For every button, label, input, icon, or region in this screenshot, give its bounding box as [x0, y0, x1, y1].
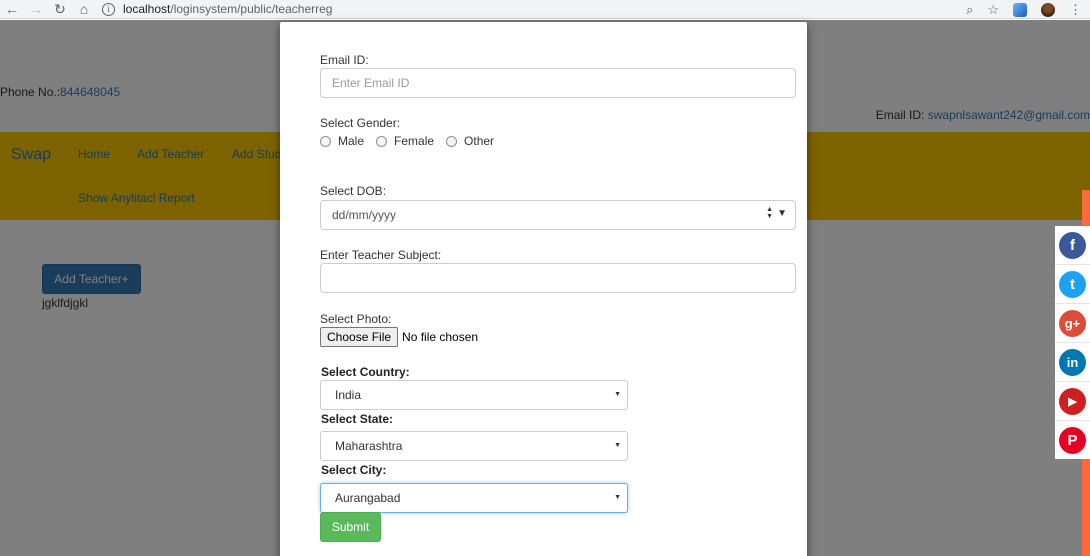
state-label: Select State:	[321, 412, 394, 426]
chevron-down-icon: ▼	[614, 442, 621, 449]
gender-radio-group: Male Female Other	[320, 134, 506, 148]
address-bar[interactable]: i localhost/loginsystem/public/teacherre…	[102, 2, 332, 16]
facebook-share[interactable]: f	[1055, 226, 1090, 265]
city-label: Select City:	[321, 463, 387, 477]
reload-icon[interactable]: ↻	[48, 0, 72, 19]
social-share-bar: f t g+ in ▶ P	[1055, 226, 1090, 459]
chevron-down-icon: ▼	[614, 391, 621, 398]
home-icon[interactable]: ⌂	[72, 0, 96, 19]
gender-male-label: Male	[338, 134, 365, 148]
star-icon[interactable]: ☆	[987, 2, 999, 18]
facebook-icon: f	[1059, 231, 1086, 259]
info-icon[interactable]: i	[102, 2, 115, 16]
teacher-registration-modal: Email ID: Enter Email ID Select Gender: …	[280, 22, 807, 556]
profile-avatar-icon[interactable]	[1041, 2, 1055, 17]
linkedin-share[interactable]: in	[1055, 343, 1090, 382]
google-plus-icon: g+	[1059, 309, 1086, 337]
city-value: Aurangabad	[335, 491, 401, 505]
pinterest-icon: P	[1059, 427, 1086, 454]
pinterest-share[interactable]: P	[1055, 421, 1090, 460]
dob-label: Select DOB:	[320, 184, 387, 198]
subject-field[interactable]	[320, 263, 796, 293]
email-field-label: Email ID:	[320, 53, 369, 67]
gender-female-radio[interactable]	[376, 135, 388, 147]
back-icon[interactable]: ←	[0, 0, 24, 19]
youtube-icon: ▶	[1059, 387, 1086, 415]
email-field[interactable]: Enter Email ID	[320, 68, 796, 98]
photo-label: Select Photo:	[320, 312, 392, 326]
city-select[interactable]: Aurangabad ▼	[320, 483, 628, 513]
linkedin-icon: in	[1059, 348, 1086, 376]
gender-other-radio[interactable]	[446, 135, 458, 147]
gender-label: Select Gender:	[320, 116, 401, 130]
zoom-icon[interactable]: ⌕	[966, 2, 973, 18]
menu-icon[interactable]: ⋮	[1069, 2, 1082, 18]
country-label: Select Country:	[321, 365, 410, 379]
country-value: India	[335, 388, 362, 402]
youtube-share[interactable]: ▶	[1055, 382, 1090, 421]
state-value: Maharashtra	[335, 439, 403, 453]
state-select[interactable]: Maharashtra ▼	[320, 431, 628, 461]
gender-male-radio[interactable]	[320, 135, 331, 147]
submit-button[interactable]: Submit	[320, 512, 381, 542]
photo-file-input: Choose File No file chosen	[320, 327, 478, 347]
twitter-share[interactable]: t	[1055, 265, 1090, 304]
browser-toolbar: ← → ↻ ⌂ i localhost/loginsystem/public/t…	[0, 0, 1090, 19]
twitter-icon: t	[1059, 270, 1086, 298]
forward-icon[interactable]: →	[24, 0, 48, 19]
extension-icon[interactable]	[1013, 2, 1027, 17]
url-path: /loginsystem/public/teacherreg	[170, 2, 333, 16]
gender-other-label: Other	[464, 134, 495, 148]
dob-placeholder: dd/mm/yyyy	[332, 208, 397, 222]
url-host: localhost	[123, 2, 171, 16]
dob-dropdown-icon[interactable]: ▼	[777, 208, 787, 219]
choose-file-button[interactable]: Choose File	[320, 327, 399, 347]
chevron-down-icon: ▼	[614, 494, 621, 501]
subject-label: Enter Teacher Subject:	[320, 248, 442, 262]
google-plus-share[interactable]: g+	[1055, 304, 1090, 343]
file-status-text: No file chosen	[402, 330, 479, 344]
country-select[interactable]: India ▼	[320, 380, 628, 410]
gender-female-label: Female	[394, 134, 435, 148]
dob-field[interactable]: dd/mm/yyyy ▲ ▼ ▼	[320, 200, 796, 230]
dob-spinner-icon[interactable]: ▲ ▼	[766, 206, 773, 220]
